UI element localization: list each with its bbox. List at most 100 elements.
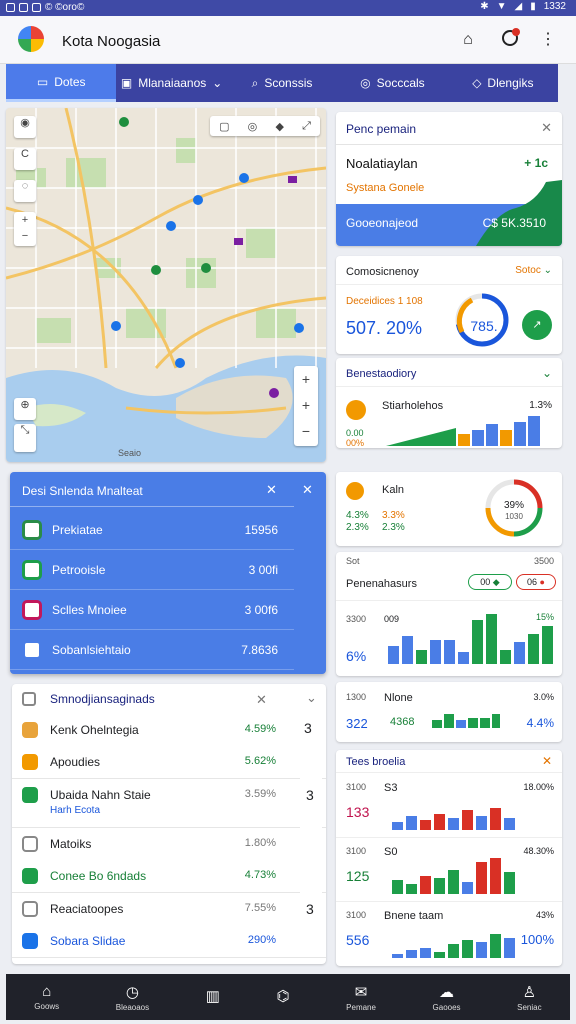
divider [10, 506, 294, 507]
nav-item-label: Seniac [517, 1002, 542, 1012]
list-item[interactable]: Matoiks 1.80% [12, 828, 300, 860]
close-icon[interactable]: ✕ [302, 482, 313, 498]
map-zoom-stack[interactable]: + + − [294, 366, 318, 446]
status-bar: © ©oro© ✱ ▼ ◢ ▮ 1332 [0, 0, 576, 16]
dark-item-label: Petrooisle [52, 563, 106, 577]
perf-badge[interactable]: Sotoc ⌄ [515, 265, 552, 276]
tees-bar [490, 808, 501, 830]
nlone-v3: 4.4% [526, 716, 554, 730]
list-item-value: 3.59% [244, 788, 276, 800]
tab-dotes[interactable]: ▭ Dotes [6, 64, 117, 102]
list-item-label: Ubaida Nahn Staie [50, 788, 151, 802]
map-tool-icon[interactable]: ⤢ [302, 120, 311, 133]
tees-bar [462, 810, 473, 830]
bluetooth-icon: ✱ [480, 1, 489, 12]
close-icon[interactable]: ✕ [541, 120, 552, 136]
bell-icon[interactable]: ⌂ [458, 30, 478, 50]
list-item-value: 290% [247, 934, 276, 946]
nav-item-mail[interactable]: ✉ Pemane [346, 983, 376, 1012]
personal-title: Penenahasurs [346, 578, 417, 590]
panel-change: + 1c [524, 156, 548, 170]
app-logo [18, 26, 44, 52]
dark-panel-item[interactable]: Sobanlsiehtaio 7.8636 [10, 630, 294, 670]
rotate-button[interactable]: C [14, 148, 36, 170]
tees-bar-chart [392, 934, 515, 958]
tees-bar [434, 814, 445, 830]
compass-button[interactable]: ⊕ [14, 398, 36, 420]
app-header: Kota Noogasia ⌂ ⋮ [0, 16, 576, 64]
fullscreen-button[interactable]: ⤡ [14, 424, 36, 452]
tees-row-right: 48.30% [523, 846, 554, 856]
nav-item-home[interactable]: ⌂ Goows [34, 983, 59, 1011]
tees-bar [406, 950, 417, 958]
close-icon[interactable]: ✕ [256, 692, 267, 708]
divider [336, 772, 562, 773]
dark-panel-item[interactable]: Sclles Mnoiee 3 00f6 [10, 590, 294, 630]
tees-bar [504, 818, 515, 830]
list-item[interactable]: Kenk Ohelntegia 4.59% [12, 714, 300, 746]
list-item[interactable]: Sobara Slidae 290% [12, 925, 300, 957]
personal-card: Sot 3500 Penenahasurs 00 ◆ 06 ● 3300 009… [336, 552, 562, 676]
map-tool-icon[interactable]: ▢ [219, 120, 229, 133]
home-outline-icon [22, 692, 36, 706]
tees-bar [490, 858, 501, 894]
tees-bar [448, 944, 459, 958]
kaln-donut-value: 39% [503, 500, 524, 511]
tab-mlanaiaanos[interactable]: ▣ Mlanaiaanos ⌄ [116, 64, 226, 102]
nlone-right: 3.0% [533, 692, 554, 702]
map-tool-icon[interactable]: ◆ [275, 120, 283, 133]
tab-sconssis[interactable]: ⌕ Sconssis [227, 64, 337, 102]
layers-button[interactable]: ◉ [14, 116, 36, 138]
dark-panel-item[interactable]: Petrooisle 3 00fi [10, 550, 294, 590]
tab-dlengiks[interactable]: ◇ Dlengiks [448, 64, 558, 102]
nav-item-cloud[interactable]: ☁ Gaooes [433, 983, 461, 1012]
list-group: Kenk Ohelntegia 4.59% Apoudies 5.62% [12, 714, 326, 779]
list-item-value: 7.55% [244, 902, 276, 914]
personal-chip-1[interactable]: 00 ◆ [468, 574, 512, 590]
kaln-v1: 4.3% [346, 510, 369, 521]
map-tool-icon[interactable]: ◎ [248, 120, 258, 133]
list-item-value: 4.59% [244, 723, 276, 735]
nav-item-book[interactable]: ▥ [206, 987, 220, 1007]
list-item-icon [22, 754, 38, 770]
close-icon[interactable]: ✕ [542, 754, 552, 768]
close-icon[interactable]: ✕ [266, 482, 277, 498]
personal-chip-2[interactable]: 06 ● [516, 574, 556, 590]
tees-row-y: 3100 [346, 910, 367, 920]
list-item[interactable]: Conee Bo 6ndads 4.73% [12, 860, 300, 892]
dark-panel-item[interactable]: Prekiatae 15956 [10, 510, 294, 550]
mail-icon: ✉ [354, 983, 368, 1001]
chevron-down-icon: ⌄ [543, 265, 552, 276]
locate-button[interactable]: ◌ [14, 180, 36, 202]
list-group: Ubaida Nahn Staie Harh Ecota 3.59% 3 [12, 779, 326, 828]
tees-row-big: 133 [346, 804, 370, 820]
tees-row-y: 3100 [346, 846, 367, 856]
nlone-v1: 322 [346, 716, 368, 731]
panel-title: Penc pemain [346, 122, 417, 136]
list-item[interactable]: Reaciatoopes 7.55% [12, 893, 300, 925]
tees-bar [462, 882, 473, 894]
nlone-title: Nlone [384, 692, 413, 704]
chat-icon[interactable] [500, 28, 520, 50]
more-vert-icon[interactable]: ⋮ [538, 30, 558, 50]
map-view[interactable]: ◉ C ◌ + − ▢ ◎ ◆ ⤢ + + − ⊕ ⤡ Seaio [6, 108, 326, 462]
zoom-control[interactable]: + − [14, 212, 36, 246]
personal-y1: 3300 [346, 614, 367, 624]
chevron-down-icon[interactable]: ⌄ [542, 366, 552, 380]
reco-title: Benestaodiory [346, 368, 417, 380]
list-item[interactable]: Ubaida Nahn Staie Harh Ecota 3.59% [12, 779, 300, 827]
perf-gauge-value: 785. [470, 318, 498, 334]
chevron-down-icon: ⌄ [212, 76, 223, 90]
panel-footer-value: C$ 5K.3510 [482, 216, 546, 230]
bag-icon: ◇ [472, 76, 482, 90]
panel-card: Penc pemain ✕ Noalatiaylan + 1c Systana … [336, 112, 562, 246]
dark-item-label: Prekiatae [52, 523, 103, 537]
tab-socccals[interactable]: ◎ Socccals [337, 64, 447, 102]
list-item[interactable]: Apoudies 5.62% [12, 746, 300, 778]
list-item-sub: Harh Ecota [50, 805, 101, 816]
performance-card: Comosicnenoy Sotoc ⌄ Deceidices 1 108 50… [336, 256, 562, 354]
chevron-down-icon[interactable]: ⌄ [306, 690, 317, 706]
nav-item-map-fold[interactable]: ⌬ [276, 987, 289, 1007]
nav-item-clock[interactable]: ◷ Bleaoaos [116, 983, 149, 1012]
nav-item-person[interactable]: ♙ Seniac [517, 983, 541, 1012]
